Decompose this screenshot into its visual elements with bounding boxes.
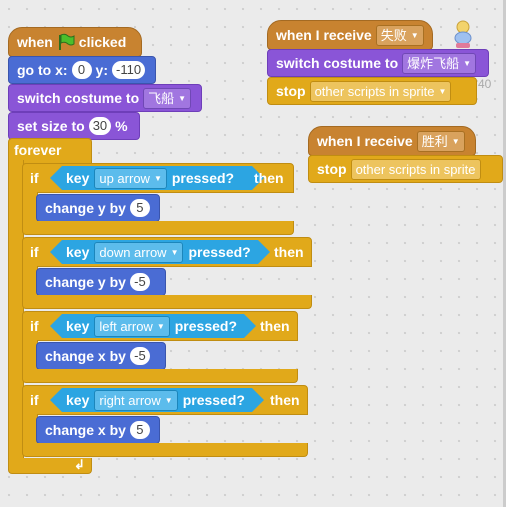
- stop-block[interactable]: stop other scripts in sprite ▼: [267, 77, 477, 105]
- go-to-xy-block[interactable]: go to x: 0 y: -110: [8, 56, 156, 84]
- if-bottom: [22, 443, 308, 457]
- when-flag-clicked-hat[interactable]: when clicked: [8, 27, 142, 57]
- if-label: if: [30, 170, 39, 186]
- sprite-thumbnail: [454, 20, 472, 48]
- key-pressed-condition-down[interactable]: key down arrow ▼ pressed?: [50, 240, 270, 264]
- key-dropdown[interactable]: right arrow ▼: [94, 390, 177, 411]
- change-y-input[interactable]: 5: [129, 199, 150, 217]
- then-label: then: [260, 318, 290, 334]
- key-value: right arrow: [99, 392, 161, 408]
- pressed-label: pressed?: [188, 244, 251, 260]
- change-x-label: change x by: [45, 348, 126, 364]
- key-dropdown[interactable]: down arrow ▼: [94, 242, 183, 263]
- if-bottom: [22, 221, 294, 235]
- when-i-receive-label: when I receive: [317, 133, 413, 149]
- dropdown-caret-icon: ▼: [156, 321, 165, 331]
- switch-costume-block[interactable]: switch costume to 飞船 ▼: [8, 84, 202, 112]
- green-flag-icon: [58, 33, 75, 50]
- dropdown-caret-icon: ▼: [178, 93, 187, 103]
- y-label: y:: [95, 62, 108, 78]
- costume-dropdown[interactable]: 飞船 ▼: [143, 87, 192, 109]
- change-y-input[interactable]: -5: [129, 273, 150, 291]
- pressed-label: pressed?: [171, 170, 235, 186]
- faint-number: 40: [478, 77, 492, 91]
- switch-costume-label: switch costume to: [276, 55, 399, 71]
- key-label: key: [66, 170, 90, 186]
- dropdown-caret-icon: ▼: [410, 30, 419, 40]
- message-dropdown[interactable]: 胜利 ▼: [416, 130, 465, 152]
- stop-label: stop: [276, 83, 306, 99]
- if-label: if: [30, 392, 39, 408]
- costume-value: 爆炸飞船: [407, 55, 460, 71]
- change-x-input[interactable]: -5: [129, 347, 150, 365]
- if-label: if: [30, 244, 39, 260]
- message-dropdown[interactable]: 失败 ▼: [375, 24, 424, 46]
- costume-value: 飞船: [148, 90, 175, 106]
- if-bottom: [22, 369, 298, 383]
- hat-when-label: when: [17, 34, 53, 50]
- change-y-label: change y by: [45, 200, 126, 216]
- size-input[interactable]: 30: [88, 117, 112, 135]
- then-label: then: [274, 244, 304, 260]
- change-x-block[interactable]: change x by -5: [36, 342, 166, 370]
- hat-clicked-label: clicked: [78, 34, 127, 50]
- key-pressed-condition-right[interactable]: key right arrow ▼ pressed?: [50, 388, 264, 412]
- dropdown-caret-icon: ▼: [170, 247, 179, 257]
- pressed-label: pressed?: [174, 318, 237, 334]
- key-label: key: [66, 392, 90, 408]
- message-value: 胜利: [421, 133, 448, 149]
- key-label: key: [66, 244, 90, 260]
- loop-arrow-icon: ↲: [74, 457, 85, 472]
- dropdown-caret-icon: ▼: [451, 136, 460, 146]
- costume-dropdown[interactable]: 爆炸飞船 ▼: [402, 52, 477, 74]
- pressed-label: pressed?: [182, 392, 245, 408]
- stop-option-value: other scripts in sprite: [355, 161, 476, 177]
- key-pressed-condition-left[interactable]: key left arrow ▼ pressed?: [50, 314, 256, 338]
- size-unit: %: [115, 118, 128, 134]
- key-pressed-condition-up[interactable]: key up arrow ▼ pressed?: [50, 166, 264, 190]
- switch-costume-block[interactable]: switch costume to 爆炸飞船 ▼: [267, 49, 489, 77]
- x-input[interactable]: 0: [71, 61, 92, 79]
- change-x-input[interactable]: 5: [129, 421, 150, 439]
- set-size-block[interactable]: set size to 30 %: [8, 112, 140, 140]
- stop-block[interactable]: stop other scripts in sprite: [308, 155, 503, 183]
- if-bottom: [22, 295, 312, 309]
- then-label: then: [270, 392, 300, 408]
- then-label: then: [254, 170, 284, 186]
- stop-option-value: other scripts in sprite: [314, 83, 435, 99]
- switch-costume-label: switch costume to: [17, 90, 140, 106]
- key-dropdown[interactable]: up arrow ▼: [94, 168, 167, 189]
- dropdown-caret-icon: ▼: [164, 395, 173, 405]
- when-i-receive-label: when I receive: [276, 27, 372, 43]
- key-dropdown[interactable]: left arrow ▼: [94, 316, 169, 337]
- change-x-label: change x by: [45, 422, 126, 438]
- stop-label: stop: [317, 161, 347, 177]
- dropdown-caret-icon: ▼: [463, 58, 472, 68]
- dropdown-caret-icon: ▼: [438, 86, 447, 96]
- message-value: 失败: [380, 27, 407, 43]
- if-label: if: [30, 318, 39, 334]
- y-input[interactable]: -110: [112, 61, 146, 79]
- change-x-block[interactable]: change x by 5: [36, 416, 160, 444]
- set-size-label: set size to: [17, 118, 85, 134]
- key-value: left arrow: [99, 318, 153, 334]
- dropdown-caret-icon: ▼: [153, 173, 162, 183]
- change-y-label: change y by: [45, 274, 126, 290]
- change-y-block[interactable]: change y by -5: [36, 268, 166, 296]
- stop-option-dropdown[interactable]: other scripts in sprite ▼: [309, 80, 452, 102]
- key-value: up arrow: [99, 170, 150, 186]
- key-value: down arrow: [99, 244, 167, 260]
- go-to-x-label: go to x:: [17, 62, 68, 78]
- change-y-block[interactable]: change y by 5: [36, 194, 160, 222]
- when-i-receive-win-hat[interactable]: when I receive 胜利 ▼: [308, 126, 476, 156]
- stop-option-dropdown[interactable]: other scripts in sprite: [350, 158, 481, 180]
- key-label: key: [66, 318, 90, 334]
- when-i-receive-fail-hat[interactable]: when I receive 失败 ▼: [267, 20, 433, 50]
